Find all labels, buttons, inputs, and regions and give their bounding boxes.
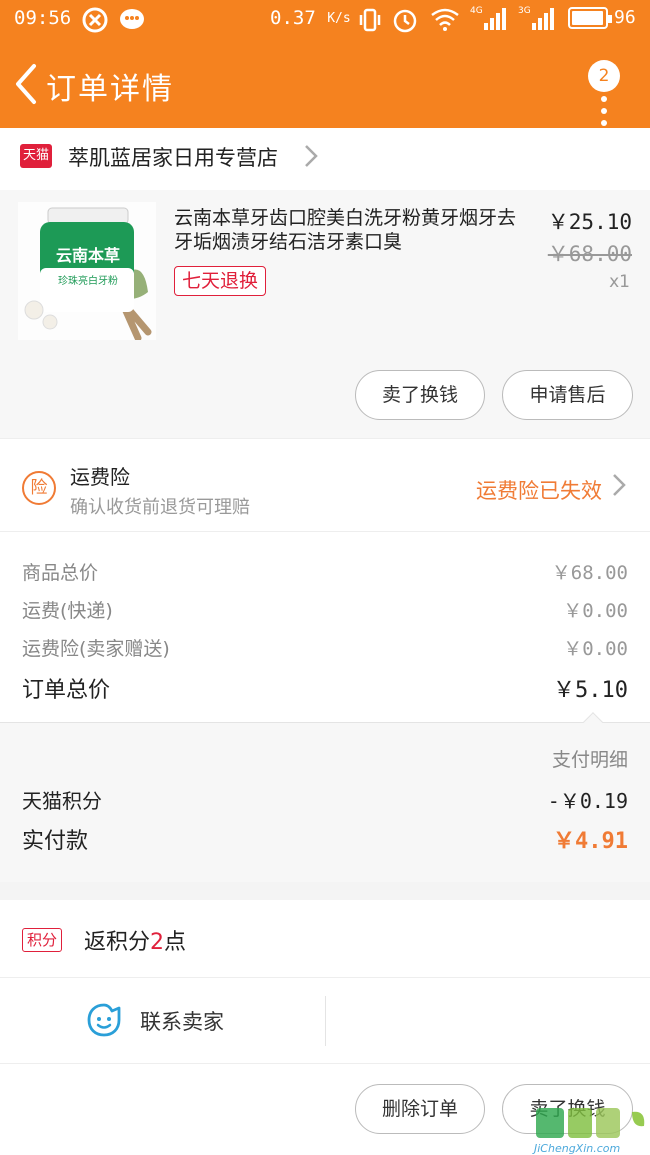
insurance-subtitle: 确认收货前退货可理赔 — [70, 497, 250, 518]
chevron-right-icon — [612, 473, 626, 503]
goods-total-value: ￥68.00 — [551, 562, 628, 584]
site-watermark-logo: JiChengXin.com — [534, 1106, 650, 1155]
tmall-points-value: -￥0.19 — [547, 789, 628, 813]
status-bar: 09:56 0.37 K/s 4G 3G 96 — [0, 0, 650, 40]
order-total-label: 订单总价 — [22, 678, 111, 703]
price-summary: 商品总价 ￥68.00 运费(快递) ￥0.00 运费险(卖家赠送) ￥0.00… — [0, 532, 650, 722]
network-speed: 0.37 K/s — [270, 7, 351, 29]
points-tag: 积分 — [22, 928, 63, 952]
divider — [325, 996, 326, 1046]
insurance-icon: 险 — [22, 471, 56, 505]
wifi-icon — [430, 7, 460, 31]
product-image-brand: 云南本草 — [55, 246, 120, 265]
insurance-fee-label: 运费险(卖家赠送) — [22, 638, 170, 660]
contact-seller-button[interactable]: 联系卖家 — [0, 978, 325, 1064]
payment-section: 支付明细 天猫积分 -￥0.19 实付款 ￥4.91 — [0, 712, 650, 882]
insurance-fee-value: ￥0.00 — [563, 638, 628, 660]
more-dots-icon — [601, 96, 607, 132]
points-reward-row: 积分 返积分2点 — [0, 900, 650, 978]
points-reward-text: 返积分2点 — [84, 924, 186, 956]
contact-seller-label: 联系卖家 — [140, 1010, 224, 1034]
product-title[interactable]: 云南本草牙齿口腔美白洗牙粉黄牙烟牙去牙垢烟渍牙结石洁牙素口臭 — [174, 206, 528, 254]
original-price: ￥68.00 — [547, 242, 632, 266]
amount-paid-value: ￥4.91 — [553, 829, 628, 854]
store-row[interactable]: 天猫 萃肌蓝居家日用专营店 — [0, 128, 650, 190]
after-sale-button[interactable]: 申请售后 — [502, 370, 633, 420]
shipping-fee-label: 运费(快递) — [22, 600, 113, 622]
product-quantity: x1 — [609, 272, 630, 292]
contact-row: 联系卖家 — [0, 978, 650, 1064]
delete-order-button[interactable]: 删除订单 — [355, 1084, 485, 1134]
vpn-icon — [82, 7, 108, 33]
network-type-2: 3G — [518, 6, 531, 16]
alarm-icon — [392, 7, 418, 33]
return-policy-badge: 七天退换 — [174, 266, 267, 296]
sell-button[interactable]: 卖了换钱 — [355, 370, 485, 420]
points-prefix: 返积分 — [84, 930, 151, 955]
points-suffix: 点 — [164, 930, 187, 955]
chevron-left-icon — [16, 64, 36, 104]
product-item[interactable]: 云南本草 珍珠亮白牙粉 云南本草牙齿口腔美白洗牙粉黄牙烟牙去牙垢烟渍牙结石洁牙素… — [0, 190, 650, 438]
more-menu-button[interactable]: 2 — [584, 60, 624, 126]
amount-paid-label: 实付款 — [22, 829, 89, 854]
shipping-insurance-row[interactable]: 险 运费险 确认收货前退货可理赔 运费险已失效 — [0, 438, 650, 532]
shipping-fee-value: ￥0.00 — [563, 600, 628, 622]
store-name: 萃肌蓝居家日用专营店 — [68, 146, 278, 170]
signal-3g-icon: 3G — [518, 6, 555, 31]
chat-app-icon — [118, 7, 146, 33]
product-price: ￥25.10 — [547, 210, 632, 234]
insurance-status: 运费险已失效 — [476, 479, 602, 503]
watermark-text: JiChengXin.com — [534, 1142, 621, 1155]
points-count: 2 — [150, 930, 165, 955]
goods-total-label: 商品总价 — [22, 562, 99, 584]
payment-detail-link[interactable]: 支付明细 — [552, 745, 628, 772]
signal-4g-icon: 4G — [470, 6, 507, 31]
chevron-right-icon — [304, 144, 318, 174]
status-time: 09:56 — [14, 7, 72, 29]
network-speed-unit: K/s — [327, 10, 351, 26]
product-image-label: 珍珠亮白牙粉 — [58, 276, 118, 287]
nav-bar: 订单详情 2 — [0, 40, 650, 128]
insurance-title: 运费险 — [70, 465, 130, 489]
back-button[interactable] — [8, 60, 48, 108]
page-title: 订单详情 — [46, 72, 174, 107]
network-type-1: 4G — [470, 6, 483, 16]
order-total-value: ￥5.10 — [553, 678, 628, 703]
message-count-badge: 2 — [588, 60, 620, 92]
battery-icon — [568, 7, 612, 29]
tmall-points-label: 天猫积分 — [22, 789, 102, 813]
vibrate-icon — [358, 7, 382, 33]
battery-percent: 96 — [614, 7, 636, 28]
chat-bubble-icon — [87, 1003, 121, 1037]
network-speed-value: 0.37 — [270, 7, 316, 29]
product-image[interactable]: 云南本草 珍珠亮白牙粉 — [18, 202, 156, 340]
tmall-icon: 天猫 — [20, 144, 52, 168]
